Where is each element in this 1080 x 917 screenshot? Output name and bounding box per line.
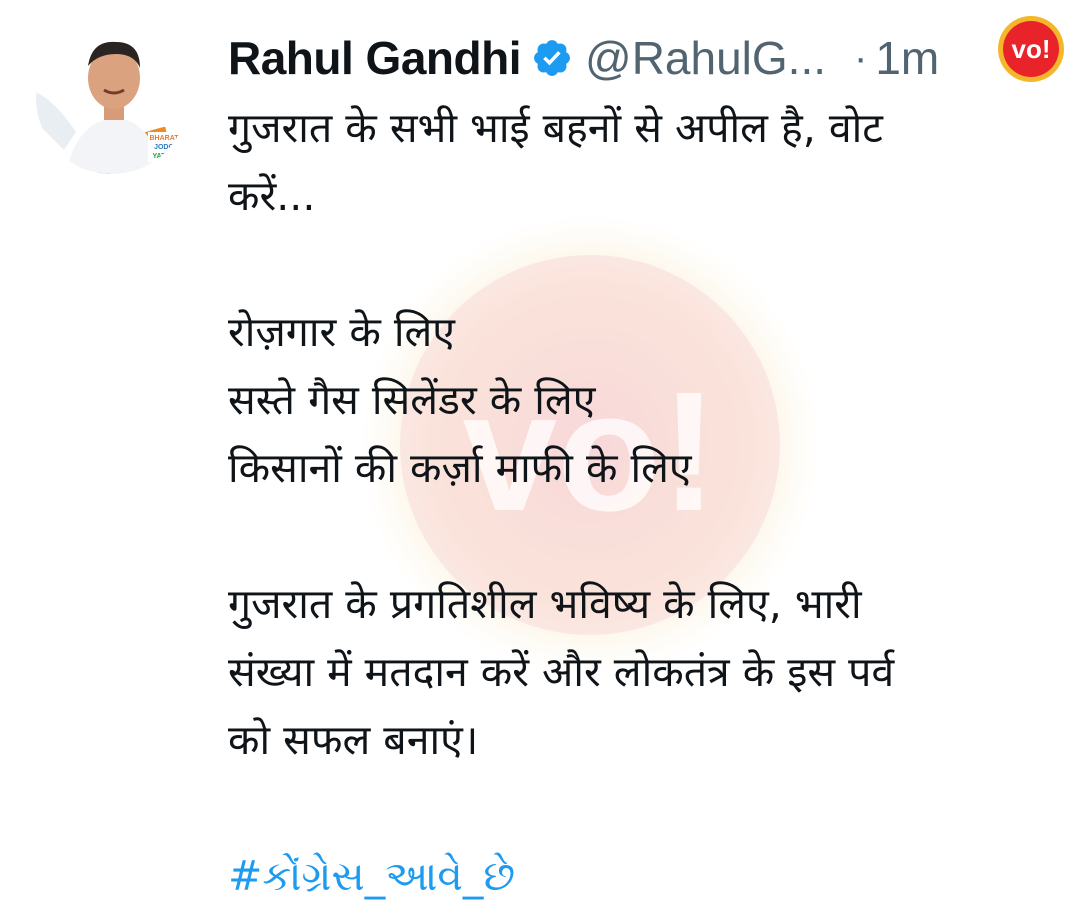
tweet-line: को सफल बनाएं।: [228, 716, 479, 764]
avatar-badge-line-3: YATRA: [153, 153, 176, 160]
tweet-card[interactable]: vo! BHARAT JODO YATRA Rahul Gandhi @Rahu…: [0, 0, 1080, 917]
tweet-line: संख्या में मतदान करें और लोकतंत्र के इस …: [228, 648, 895, 696]
vo-logo-icon: vo!: [998, 16, 1064, 82]
tweet-line: गुजरात के प्रगतिशील भविष्य के लिए, भारी: [228, 580, 862, 628]
author-handle[interactable]: @RahulG...: [585, 31, 826, 85]
author-name[interactable]: Rahul Gandhi: [228, 31, 522, 85]
verified-badge-icon: [534, 40, 570, 76]
tweet-header: Rahul Gandhi @RahulG... · 1m: [228, 28, 939, 88]
tweet-line: करें...: [228, 172, 316, 220]
avatar-badge-line-2: JODO: [154, 144, 174, 151]
avatar[interactable]: BHARAT JODO YATRA: [36, 22, 188, 174]
avatar-badge-line-1: BHARAT: [149, 135, 179, 142]
tweet-line: सस्ते गैस सिलेंडर के लिए: [228, 376, 596, 424]
tweet-line: रोज़गार के लिए: [228, 308, 455, 356]
vo-logo-text: vo!: [1012, 34, 1051, 64]
hashtag-link[interactable]: #કોંગ્રેસ_આવે_છે: [228, 842, 1058, 910]
tweet-timestamp[interactable]: 1m: [875, 31, 939, 85]
separator-dot: ·: [854, 35, 868, 80]
profile-photo-icon: BHARAT JODO YATRA: [36, 22, 188, 174]
tweet-line: किसानों की कर्ज़ा माफी के लिए: [228, 444, 692, 492]
tweet-line: गुजरात के सभी भाई बहनों से अपील है, वोट: [228, 104, 883, 152]
tweet-text: गुजरात के सभी भाई बहनों से अपील है, वोट …: [228, 94, 1058, 910]
